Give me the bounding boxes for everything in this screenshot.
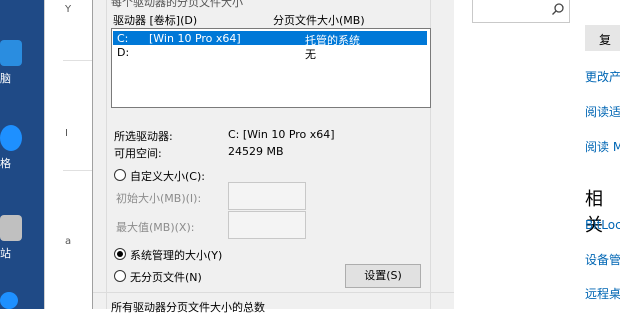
drive-row-c[interactable]: C: [Win 10 Pro x64] 托管的系统 [113,31,427,47]
copy-button-label: 复 [599,33,612,47]
bg-text: I [65,128,68,139]
max-size-field[interactable] [228,211,306,239]
drive-list[interactable]: C: [Win 10 Pro x64] 托管的系统 D: 无 [111,28,431,108]
no-paging-file-label: 无分页文件(N) [130,271,202,284]
free-space-value: 24529 MB [228,145,284,158]
drive-letter: D: [117,46,130,59]
column-header-size: 分页文件大小(MB) [273,14,365,27]
search-input[interactable] [472,0,570,23]
settings-panel: 复 更改产 阅读适 阅读 M 相关 BitLock 设备管 远程桌 [454,0,620,309]
divider [93,292,454,293]
link-read-compat[interactable]: 阅读适 [585,103,620,120]
column-header-drive: 驱动器 [卷标](D) [113,14,198,27]
selected-drive-label: 所选驱动器: [114,130,173,143]
link-rename-pc[interactable]: 更改产 [585,68,620,85]
initial-size-label: 初始大小(MB)(I): [116,192,202,205]
paging-size: 无 [305,48,316,61]
no-paging-file-radio[interactable] [114,270,126,282]
drive-letter: C: [117,32,129,45]
bg-text: a [65,236,72,247]
desktop: 脑 格 站 [0,0,44,309]
custom-size-label: 自定义大小(C): [130,170,205,183]
desktop-icon-label: 站 [0,247,11,260]
settings-icon [0,125,22,151]
desktop-icon-label: 格 [0,157,11,170]
link-device-manager[interactable]: 设备管 [585,251,620,268]
group-caption: 每个驱动器的分页文件大小 [111,0,243,9]
desktop-icon-label: 脑 [0,72,11,85]
link-remote-desktop[interactable]: 远程桌 [585,285,620,302]
app-icon [0,215,22,241]
bg-text: Y [65,4,72,15]
link-read-ms[interactable]: 阅读 M [585,138,620,155]
system-managed-label: 系统管理的大小(Y) [130,249,223,262]
link-bitlocker[interactable]: BitLock [585,218,620,232]
custom-size-radio[interactable] [114,169,126,181]
virtual-memory-dialog: 每个驱动器的分页文件大小 驱动器 [卷标](D) 分页文件大小(MB) C: [… [92,0,455,314]
copy-button[interactable]: 复 [585,25,620,51]
taskbar-app-icon[interactable] [0,292,18,309]
selected-drive-value: C: [Win 10 Pro x64] [228,128,335,141]
initial-size-field[interactable] [228,182,306,210]
free-space-label: 可用空间: [114,147,162,160]
search-icon [552,3,564,15]
total-size-caption: 所有驱动器分页文件大小的总数 [111,301,265,314]
network-icon [0,40,22,66]
system-managed-radio[interactable] [114,248,126,260]
set-button[interactable]: 设置(S) [345,264,421,288]
drive-row-d[interactable]: D: 无 [113,45,427,61]
drive-label: [Win 10 Pro x64] [149,32,241,45]
max-size-label: 最大值(MB)(X): [116,221,195,234]
